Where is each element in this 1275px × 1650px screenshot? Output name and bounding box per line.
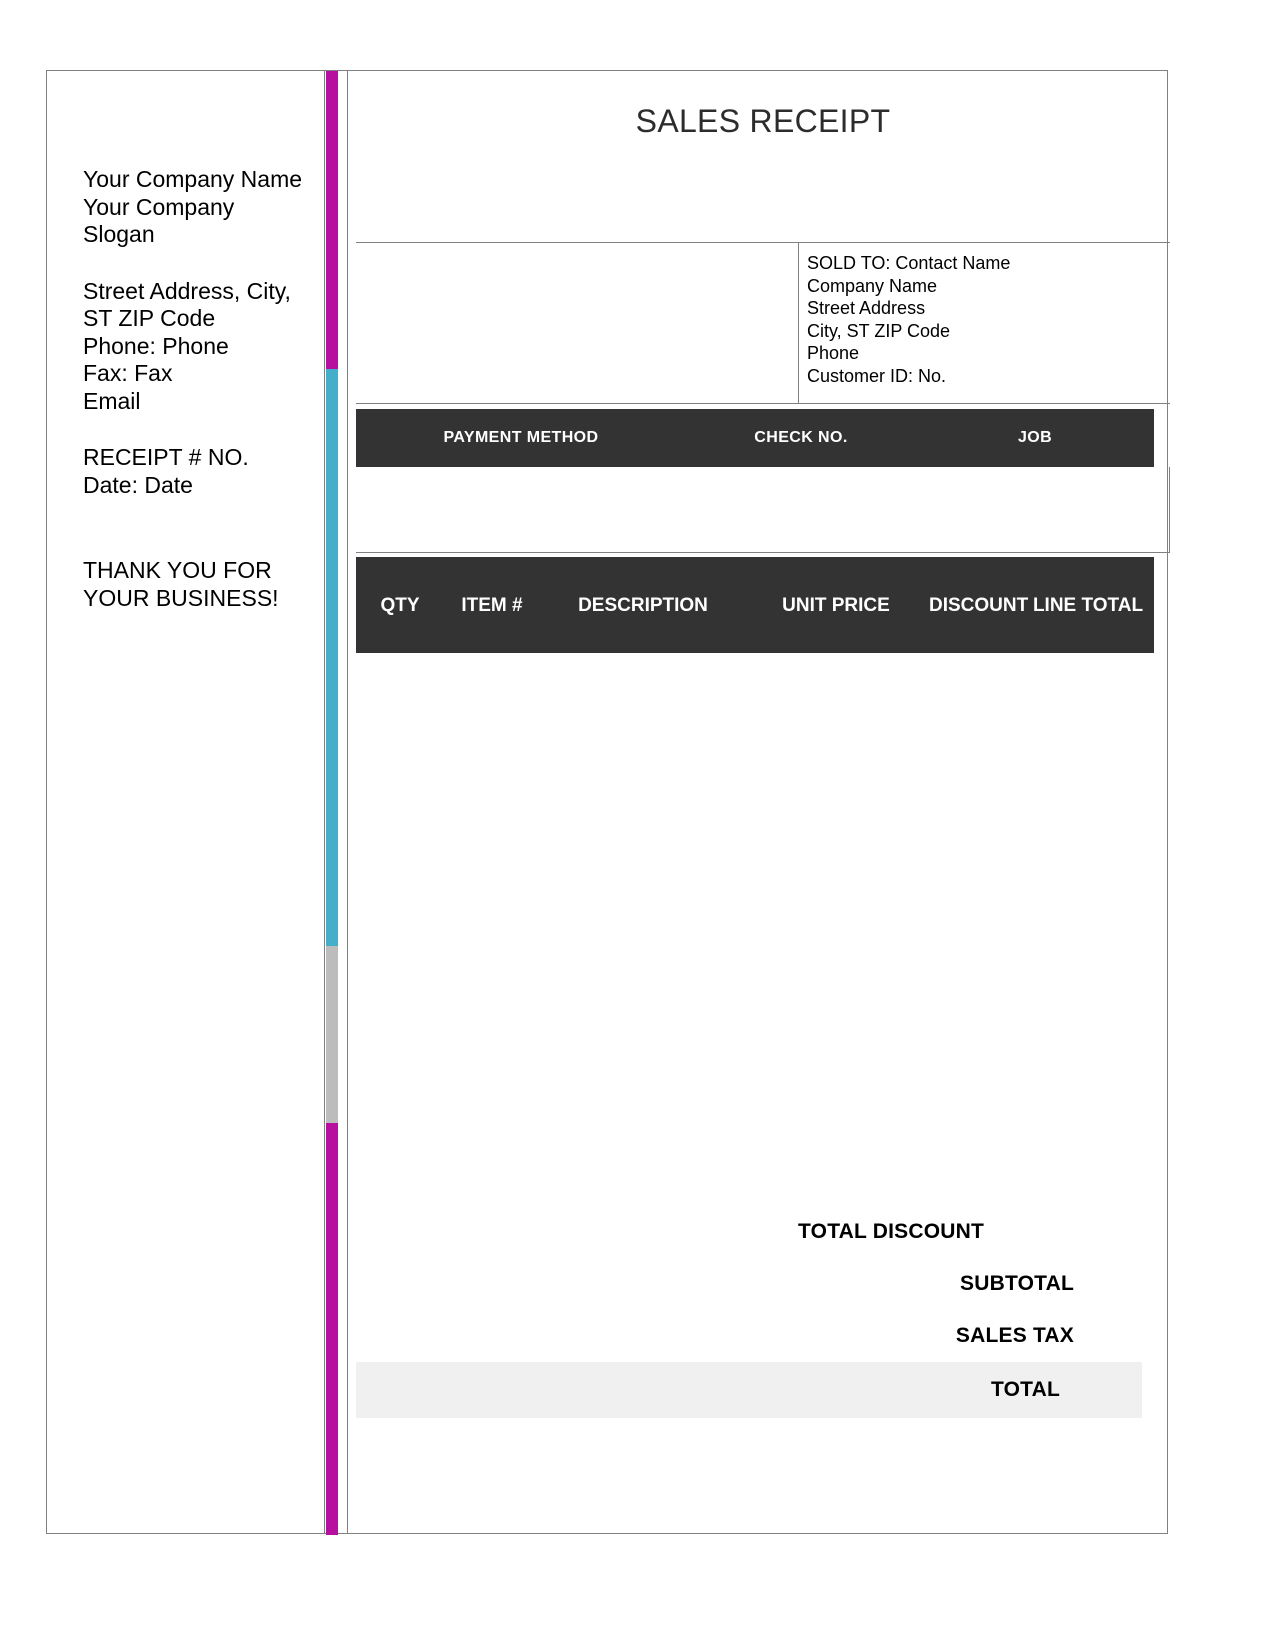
stripe-segment-magenta-bottom	[326, 1123, 338, 1535]
receipt-page: Your Company Name Your Company Slogan St…	[46, 70, 1170, 1535]
sold-to-street: Street Address	[807, 298, 926, 319]
sold-to-section: SOLD TO: Contact Name Company Name Stree…	[356, 243, 1170, 404]
company-slogan: Your Company Slogan	[83, 193, 235, 248]
payment-method-header: PAYMENT METHOD	[443, 429, 599, 446]
sold-to-phone: Phone	[807, 343, 860, 364]
sold-to-city-state-zip: City, ST ZIP Code	[807, 320, 951, 341]
thank-you-message: THANK YOU FOR YOUR BUSINESS!	[83, 557, 279, 611]
column-header-discount: DISCOUNT	[929, 594, 1029, 616]
sold-to-company: Company Name	[807, 275, 938, 296]
payment-header-bar: PAYMENT METHOD CHECK NO. JOB	[356, 409, 1154, 467]
title-section: SALES RECEIPT	[356, 71, 1170, 243]
totals-section: TOTAL DISCOUNT SUBTOTAL SALES TAX TOTAL	[356, 1206, 1170, 1418]
color-stripe	[326, 71, 338, 1535]
sidebar-content: Your Company Name Your Company Slogan St…	[83, 166, 305, 612]
payment-values-row[interactable]	[356, 467, 1170, 553]
company-phone: Phone: Phone	[83, 332, 229, 359]
stripe-segment-cyan-middle	[326, 369, 338, 946]
sold-to-contact: SOLD TO: Contact Name	[807, 253, 1011, 273]
check-no-header: CHECK NO.	[754, 429, 848, 446]
column-header-line-total: LINE TOTAL	[1032, 594, 1144, 616]
stripe-segment-magenta-top	[326, 71, 338, 369]
page-title: SALES RECEIPT	[635, 103, 891, 139]
sold-to-customer-id: Customer ID: No.	[807, 365, 947, 386]
total-discount-label: TOTAL DISCOUNT	[798, 1220, 984, 1243]
sold-to-blank-cell	[356, 243, 799, 403]
column-header-description: DESCRIPTION	[578, 594, 708, 616]
items-table-header: QTY ITEM # DESCRIPTION UNIT PRICE DISCOU…	[356, 557, 1154, 653]
company-fax: Fax: Fax	[83, 360, 173, 386]
receipt-date: Date: Date	[83, 471, 193, 498]
grand-total-row: TOTAL	[356, 1362, 1142, 1418]
subtotal-row: SUBTOTAL	[356, 1258, 1170, 1310]
column-header-item-no: ITEM #	[461, 594, 523, 616]
company-name: Your Company Name	[83, 166, 303, 192]
sales-tax-row: SALES TAX	[356, 1310, 1170, 1362]
sold-to-details: SOLD TO: Contact Name Company Name Stree…	[799, 243, 1170, 403]
company-address: Street Address, City, ST ZIP Code	[83, 277, 291, 332]
main-panel: SALES RECEIPT SOLD TO: Contact Name Comp…	[347, 71, 1170, 1533]
total-discount-row: TOTAL DISCOUNT	[356, 1206, 1170, 1258]
stripe-segment-gray-middle	[326, 946, 338, 1123]
sidebar: Your Company Name Your Company Slogan St…	[47, 71, 325, 1533]
column-header-qty: QTY	[380, 594, 420, 616]
job-header: JOB	[1017, 429, 1053, 446]
column-header-unit-price: UNIT PRICE	[782, 594, 890, 616]
subtotal-label: SUBTOTAL	[960, 1272, 1074, 1295]
company-email: Email	[83, 387, 141, 414]
grand-total-label: TOTAL	[990, 1378, 1060, 1401]
sales-tax-label: SALES TAX	[955, 1324, 1074, 1347]
receipt-number: RECEIPT # NO.	[83, 444, 249, 470]
